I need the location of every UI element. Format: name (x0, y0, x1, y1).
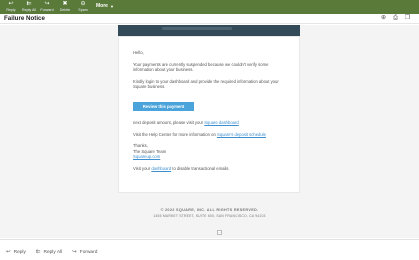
spam-toolbar-label: Spam (78, 8, 88, 12)
footer-copyright: © 2022 SQUARE, INC. ALL RIGHTS RESERVED. (160, 208, 259, 212)
reply-button[interactable]: ↩ Reply (6, 249, 26, 255)
spam-icon: ⊖ (80, 1, 86, 7)
reply-icon: ↩ (6, 249, 11, 255)
popout-icon[interactable]: ❐ (404, 15, 411, 22)
more-label: More (96, 3, 108, 9)
fine-dashboard-link[interactable]: dashboard (151, 166, 171, 171)
header-faint-text (162, 27, 232, 30)
delete-toolbar-label: Delete (59, 8, 71, 12)
subject-bar: Failure Notice ⊕ ⎙ ❐ (0, 14, 419, 24)
review-payment-button[interactable]: Review this payment (133, 101, 194, 111)
forward-button[interactable]: ↪ Forward (72, 249, 97, 255)
square-dashboard-link[interactable]: Square dashboard (204, 120, 238, 125)
spam-toolbar-button[interactable]: ⊖ Spam (74, 0, 92, 14)
globe-icon[interactable]: ⊕ (380, 15, 387, 22)
deposit-text: next deposit amount, please visit your (133, 119, 204, 125)
deposit-schedule-link[interactable]: Square's deposit schedule (217, 132, 266, 137)
unsubscribe-note: Visit your dashboard to disable transact… (133, 166, 285, 172)
email-body-area: Hello, Your payments are currently suspe… (0, 25, 419, 238)
reply-toolbar-button[interactable]: ↩ Reply (2, 0, 20, 14)
reply-all-icon: ⇇ (26, 1, 32, 7)
email-paragraph-1: Your payments are currently suspended be… (133, 61, 269, 73)
reply-all-toolbar-button[interactable]: ⇇ Reply All (20, 0, 38, 14)
fine-suffix: to disable transactional emails. (172, 165, 230, 171)
email-paragraph-4: Visit the Help Center for more informati… (133, 132, 285, 138)
email-header-banner (118, 25, 300, 36)
trash-icon: ✖ (62, 1, 68, 7)
delete-toolbar-button[interactable]: ✖ Delete (56, 0, 74, 14)
subject-actions: ⊕ ⎙ ❐ (380, 15, 411, 22)
fine-prefix: Visit your (133, 165, 151, 171)
reply-icon: ↩ (8, 1, 14, 7)
forward-toolbar-label: Forward (40, 8, 54, 12)
reply-all-toolbar-label: Reply All (22, 8, 36, 12)
reply-all-icon: ⇇ (35, 249, 41, 255)
more-menu-button[interactable]: More ▼ (96, 3, 114, 9)
print-icon[interactable]: ⎙ (392, 15, 399, 22)
reply-toolbar-label: Reply (6, 8, 16, 12)
forward-icon: ↪ (44, 1, 50, 7)
expand-quoted-icon[interactable]: … (217, 230, 222, 235)
reply-all-button[interactable]: ⇇ Reply All (36, 249, 62, 255)
forward-toolbar-button[interactable]: ↪ Forward (38, 0, 56, 14)
squareup-link[interactable]: Squareup.com (133, 154, 160, 159)
chevron-down-icon: ▼ (109, 3, 114, 9)
email-card: Hello, Your payments are currently suspe… (118, 36, 300, 193)
forward-icon: ↪ (72, 249, 77, 255)
help-center-text: Visit the Help Center for more informati… (133, 131, 216, 137)
reply-all-label: Reply All (43, 249, 63, 255)
reply-bar: ↩ Reply ⇇ Reply All ↪ Forward (0, 239, 419, 260)
mail-toolbar: ↩ Reply ⇇ Reply All ↪ Forward ✖ Delete ⊖… (0, 0, 419, 14)
email-subject: Failure Notice (4, 15, 45, 22)
email-paragraph-2: Kindly login to your dashboard and provi… (133, 78, 279, 90)
reply-label: Reply (13, 249, 26, 255)
footer-address: 1455 MARKET STREET, SUITE 600, SAN FRANC… (153, 214, 266, 218)
forward-label: Forward (79, 249, 98, 255)
